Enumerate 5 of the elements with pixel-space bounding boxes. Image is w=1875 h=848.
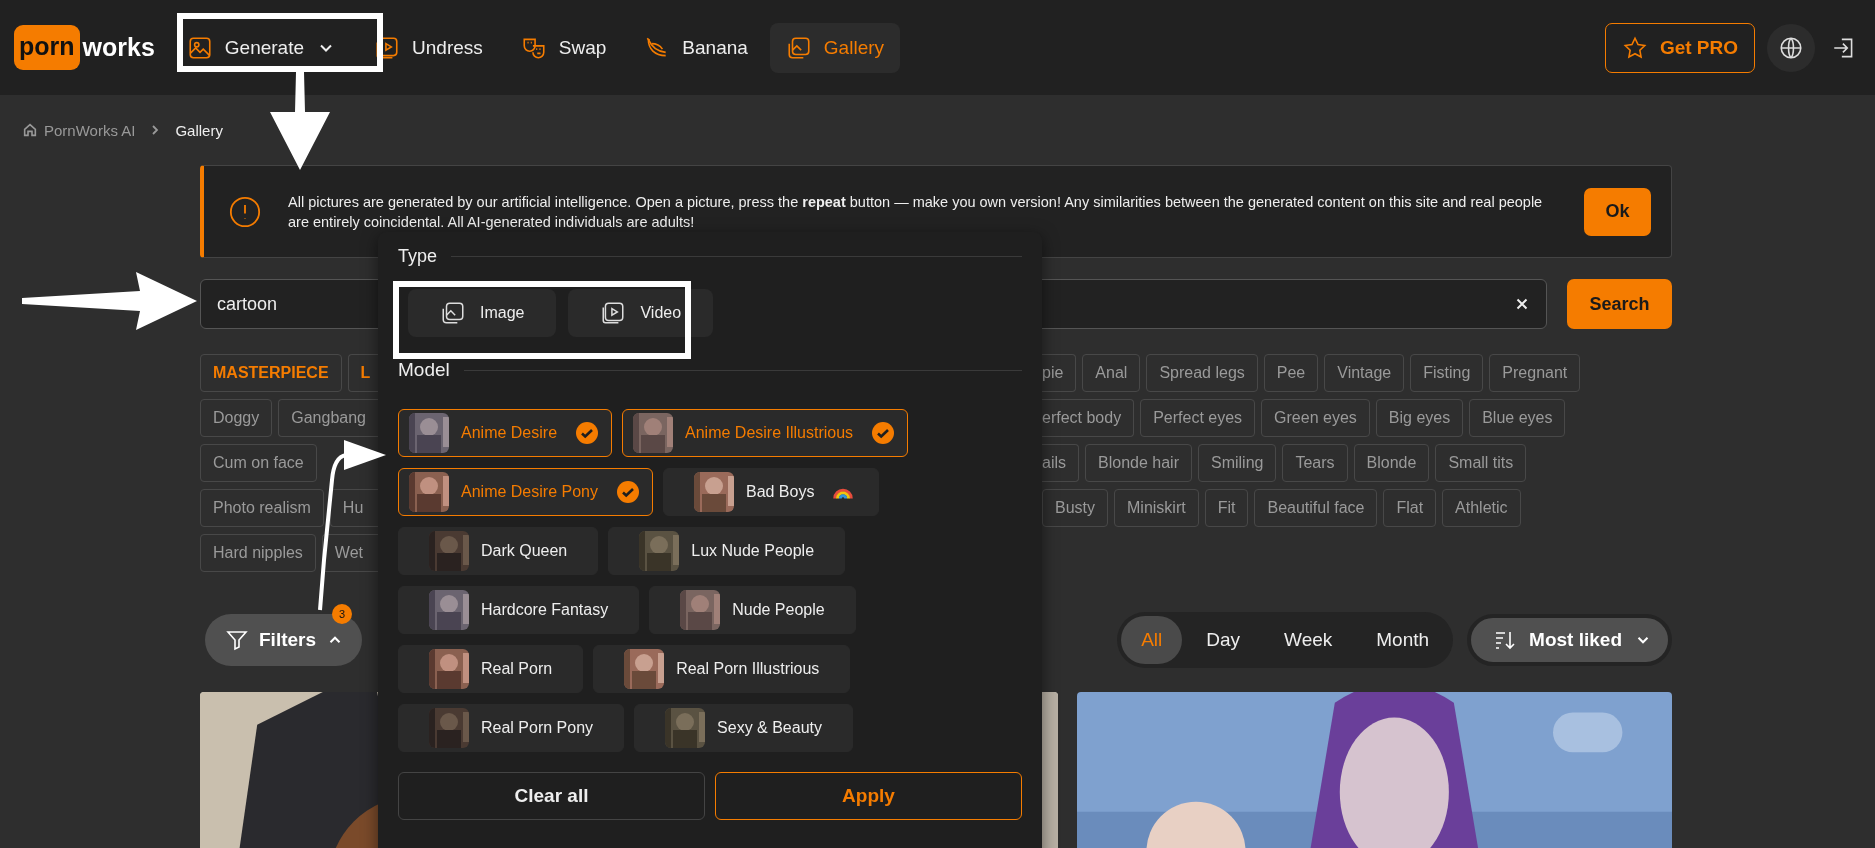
section-heading: Type (398, 246, 438, 267)
notice-text: All pictures are generated by our artificial intelligence. Open a picture, press the repeat button — make you own version! Any similarities between the generated content on this site and real people are entirely coincidental. All AI-generated individuals are adults! (288, 192, 1544, 232)
section-heading: Model (398, 359, 450, 381)
count-badge: 3 (332, 604, 353, 624)
breadcrumb-current: Gallery (175, 121, 223, 139)
